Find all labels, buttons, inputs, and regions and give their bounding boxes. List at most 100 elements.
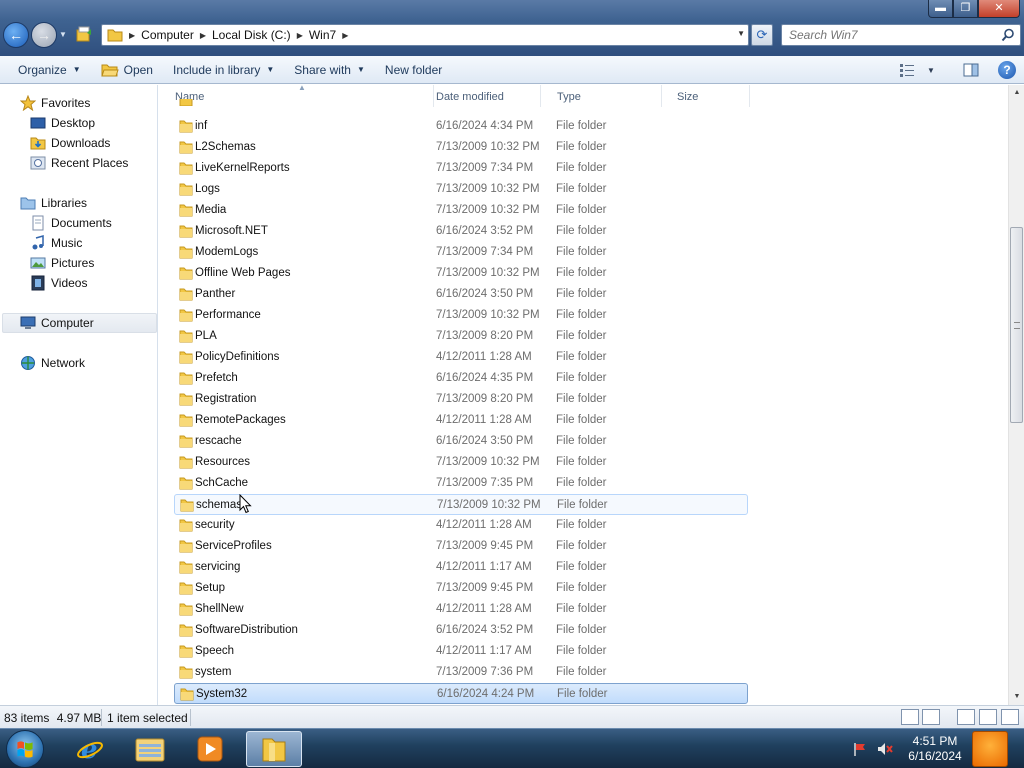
nav-computer[interactable]: Computer — [2, 313, 157, 333]
table-row[interactable]: System32 6/16/2024 4:24 PM File folder — [174, 683, 748, 704]
nav-favorites[interactable]: Favorites — [20, 93, 90, 113]
start-button[interactable] — [6, 730, 44, 768]
table-row[interactable]: Panther 6/16/2024 3:50 PM File folder — [174, 284, 748, 305]
nav-music[interactable]: Music — [30, 233, 82, 253]
maximize-button[interactable]: ❐ — [953, 0, 978, 18]
nav-pictures[interactable]: Pictures — [30, 253, 94, 273]
file-name: ServiceProfiles — [195, 540, 272, 552]
table-row[interactable]: security 4/12/2011 1:28 AM File folder — [174, 515, 748, 536]
search-input[interactable] — [789, 25, 989, 44]
breadcrumb-win7[interactable]: Win7 — [309, 28, 336, 42]
table-row[interactable]: Resources 7/13/2009 10:32 PM File folder — [174, 452, 748, 473]
details-view-button[interactable] — [901, 709, 919, 725]
table-row[interactable]: ShellNew 4/12/2011 1:28 AM File folder — [174, 599, 748, 620]
table-row[interactable]: schemas 7/13/2009 10:32 PM File folder — [174, 494, 748, 515]
table-row[interactable]: RemotePackages 4/12/2011 1:28 AM File fold… — [174, 410, 748, 431]
pane-layout-button[interactable] — [979, 709, 997, 725]
show-desktop-button[interactable] — [972, 731, 1008, 767]
scroll-thumb[interactable] — [1010, 227, 1023, 423]
table-row[interactable]: Logs 7/13/2009 10:32 PM File folder — [174, 179, 748, 200]
scroll-down-button[interactable]: ▼ — [1009, 689, 1024, 705]
table-row[interactable]: rescache 6/16/2024 3:50 PM File folder — [174, 431, 748, 452]
nav-label: Network — [41, 356, 86, 370]
table-row[interactable]: Speech 4/12/2011 1:17 AM File folder — [174, 641, 748, 662]
refresh-button[interactable]: ⟳ — [751, 24, 773, 46]
nav-downloads[interactable]: Downloads — [30, 133, 110, 153]
table-row[interactable]: ModemLogs 7/13/2009 7:34 PM File folder — [174, 242, 748, 263]
nav-videos[interactable]: Videos — [30, 273, 87, 293]
table-row[interactable]: LiveKernelReports 7/13/2009 7:34 PM File f… — [174, 158, 748, 179]
nav-libraries[interactable]: Libraries — [20, 193, 87, 213]
new-folder-button[interactable]: New folder — [375, 58, 452, 82]
taskbar-media-player[interactable] — [182, 731, 238, 767]
table-row[interactable]: Prefetch 6/16/2024 4:35 PM File folder — [174, 368, 748, 389]
address-bar[interactable]: ▶ Computer ▶ Local Disk (C:) ▶ Win7 ▶ ▼ — [101, 24, 749, 46]
reading-pane-button[interactable] — [1001, 709, 1019, 725]
breadcrumb-separator-icon[interactable]: ▶ — [297, 31, 303, 40]
file-name: SchCache — [195, 477, 249, 489]
share-with-menu[interactable]: Share with ▼ — [284, 58, 375, 82]
table-row[interactable]: servicing 4/12/2011 1:17 AM File folder — [174, 557, 748, 578]
change-view-button[interactable] — [898, 61, 916, 79]
table-row[interactable]: Media 7/13/2009 10:32 PM File folder — [174, 200, 748, 221]
breadcrumb-computer[interactable]: Computer — [141, 28, 194, 42]
navigation-pane: Favorites Desktop Downloads Recent Place… — [0, 85, 158, 705]
table-row[interactable]: system 7/13/2009 7:36 PM File folder — [174, 662, 748, 683]
preview-pane-button[interactable] — [962, 61, 980, 79]
table-row[interactable]: Microsoft.NET 6/16/2024 3:52 PM File folde… — [174, 221, 748, 242]
table-row[interactable]: Offline Web Pages 7/13/2009 10:32 PM File … — [174, 263, 748, 284]
table-row[interactable]: ServiceProfiles 7/13/2009 9:45 PM File fol… — [174, 536, 748, 557]
table-row[interactable]: Setup 7/13/2009 9:45 PM File folder — [174, 578, 748, 599]
close-button[interactable]: ✕ — [978, 0, 1020, 18]
table-row[interactable]: SoftwareDistribution 6/16/2024 3:52 PM Fil… — [174, 620, 748, 641]
table-row[interactable]: inf 6/16/2024 4:34 PM File folder — [174, 116, 748, 137]
taskbar-internet-explorer[interactable]: e — [62, 731, 118, 767]
folder-up-icon[interactable] — [75, 25, 93, 43]
minimize-button[interactable]: ▬ — [928, 0, 953, 18]
address-dropdown-icon[interactable]: ▼ — [737, 29, 745, 38]
table-row-partial[interactable] — [174, 99, 748, 106]
nav-recent-places[interactable]: Recent Places — [30, 153, 128, 173]
nav-desktop[interactable]: Desktop — [30, 113, 95, 133]
search-icon[interactable] — [1001, 28, 1015, 42]
breadcrumb-local-disk[interactable]: Local Disk (C:) — [212, 28, 291, 42]
taskbar-windows-explorer[interactable] — [122, 731, 178, 767]
back-button[interactable]: ← — [3, 22, 29, 48]
vertical-scrollbar[interactable]: ▲ ▼ — [1008, 85, 1024, 705]
include-in-library-menu[interactable]: Include in library ▼ — [163, 58, 284, 82]
window-layout-button[interactable] — [957, 709, 975, 725]
action-center-flag-icon[interactable] — [852, 741, 868, 757]
open-label: Open — [123, 62, 153, 77]
nav-network[interactable]: Network — [20, 353, 85, 373]
file-name: Setup — [195, 582, 226, 594]
open-button[interactable]: Open — [91, 58, 163, 82]
file-name: rescache — [195, 435, 242, 447]
folder-icon — [179, 330, 193, 343]
forward-button[interactable]: → — [31, 22, 57, 48]
recent-pages-dropdown[interactable]: ▼ — [59, 30, 67, 39]
file-name: Panther — [195, 288, 236, 300]
table-row[interactable]: Performance 7/13/2009 10:32 PM File folder — [174, 305, 748, 326]
search-box[interactable] — [781, 24, 1021, 46]
table-row[interactable]: SchCache 7/13/2009 7:35 PM File folder — [174, 473, 748, 494]
table-row[interactable]: PLA 7/13/2009 8:20 PM File folder — [174, 326, 748, 347]
nav-documents[interactable]: Documents — [30, 213, 112, 233]
toolbar-right: ▼ ? — [884, 58, 1016, 82]
file-date-modified: 7/13/2009 10:32 PM — [437, 499, 541, 511]
help-button[interactable]: ? — [998, 61, 1016, 79]
table-row[interactable]: L2Schemas 7/13/2009 10:32 PM File folder — [174, 137, 748, 158]
file-date-modified: 6/16/2024 4:35 PM — [436, 372, 534, 384]
breadcrumb-separator-icon[interactable]: ▶ — [129, 31, 135, 40]
volume-muted-icon[interactable] — [876, 741, 894, 757]
large-icons-view-button[interactable] — [922, 709, 940, 725]
view-options-dropdown[interactable]: ▼ — [922, 61, 940, 79]
file-type: File folder — [556, 645, 607, 657]
taskbar-explorer-window[interactable] — [246, 731, 302, 767]
system-clock[interactable]: 4:51 PM 6/16/2024 — [902, 734, 968, 764]
organize-menu[interactable]: Organize ▼ — [0, 58, 91, 82]
table-row[interactable]: PolicyDefinitions 4/12/2011 1:28 AM File f… — [174, 347, 748, 368]
breadcrumb-separator-icon[interactable]: ▶ — [200, 31, 206, 40]
scroll-up-button[interactable]: ▲ — [1009, 85, 1024, 101]
breadcrumb-separator-icon[interactable]: ▶ — [342, 31, 348, 40]
table-row[interactable]: Registration 7/13/2009 8:20 PM File folder — [174, 389, 748, 410]
